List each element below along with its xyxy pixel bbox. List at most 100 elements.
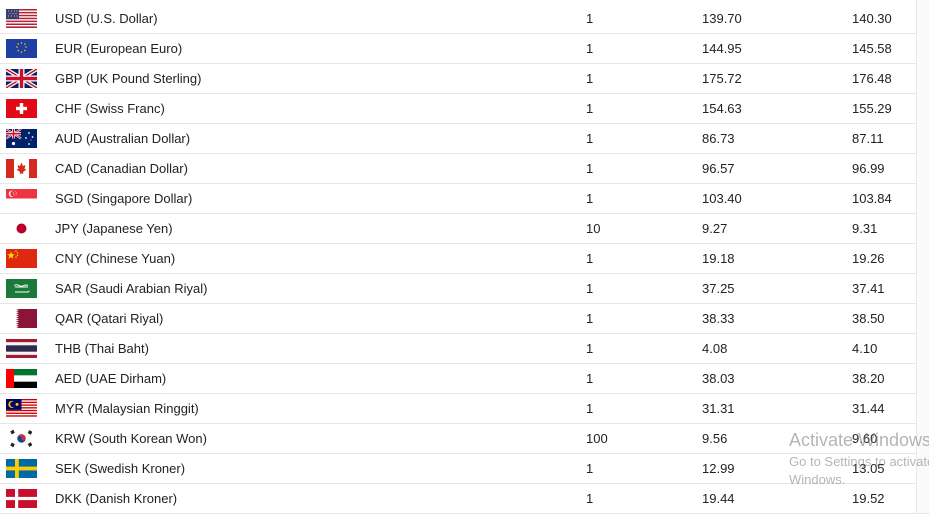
table-row: CAD (Canadian Dollar) 1 96.57 96.99 [0,154,929,184]
sell-rate: 19.52 [852,491,885,506]
table-row: THB (Thai Baht) 1 4.08 4.10 [0,334,929,364]
table-row: EUR (European Euro) 1 144.95 145.58 [0,34,929,64]
qa-flag-icon [6,309,37,328]
ca-flag-icon [6,159,37,178]
jp-flag-icon [6,219,37,238]
us-flag-icon [6,9,37,28]
sg-flag-icon [6,189,37,208]
buy-rate: 31.31 [702,401,735,416]
unit-value: 1 [586,191,594,206]
unit-value: 1 [586,71,594,86]
buy-rate: 154.63 [702,101,742,116]
unit-value: 1 [586,371,594,386]
table-row: USD (U.S. Dollar) 1 139.70 140.30 [0,4,929,34]
sell-rate: 96.99 [852,161,885,176]
unit-value: 1 [586,161,594,176]
sell-rate: 38.20 [852,371,885,386]
cn-flag-icon [6,249,37,268]
buy-rate: 19.18 [702,251,735,266]
ae-flag-icon [6,369,37,388]
table-row: CNY (Chinese Yuan) 1 19.18 19.26 [0,244,929,274]
buy-rate: 144.95 [702,41,742,56]
unit-value: 1 [586,281,594,296]
table-row: QAR (Qatari Riyal) 1 38.33 38.50 [0,304,929,334]
currency-name: CNY (Chinese Yuan) [55,251,176,266]
table-row: KRW (South Korean Won) 100 9.56 9.60 [0,424,929,454]
table-row: SEK (Swedish Kroner) 1 12.99 13.05 [0,454,929,484]
buy-rate: 19.44 [702,491,735,506]
au-flag-icon [6,129,37,148]
dk-flag-icon [6,489,37,508]
se-flag-icon [6,459,37,478]
table-row: SGD (Singapore Dollar) 1 103.40 103.84 [0,184,929,214]
unit-value: 1 [586,461,594,476]
sell-rate: 4.10 [852,341,878,356]
buy-rate: 175.72 [702,71,742,86]
table-row: AED (UAE Dirham) 1 38.03 38.20 [0,364,929,394]
sell-rate: 145.58 [852,41,892,56]
sell-rate: 38.50 [852,311,885,326]
gb-flag-icon [6,69,37,88]
sell-rate: 13.05 [852,461,885,476]
exchange-rate-table: USD (U.S. Dollar) 1 139.70 140.30 EUR (Europ… [0,4,929,514]
sell-rate: 9.31 [852,221,878,236]
table-row: JPY (Japanese Yen) 10 9.27 9.31 [0,214,929,244]
sa-flag-icon [6,279,37,298]
buy-rate: 139.70 [702,11,742,26]
sell-rate: 103.84 [852,191,892,206]
unit-value: 1 [586,491,594,506]
sell-rate: 155.29 [852,101,892,116]
currency-name: SEK (Swedish Kroner) [55,461,186,476]
buy-rate: 9.27 [702,221,728,236]
unit-value: 1 [586,41,594,56]
buy-rate: 37.25 [702,281,735,296]
sell-rate: 31.44 [852,401,885,416]
currency-name: EUR (European Euro) [55,41,183,56]
buy-rate: 12.99 [702,461,735,476]
unit-value: 10 [586,221,601,236]
currency-name: AED (UAE Dirham) [55,371,167,386]
currency-name: MYR (Malaysian Ringgit) [55,401,199,416]
table-row: SAR (Saudi Arabian Riyal) 1 37.25 37.41 [0,274,929,304]
currency-name: JPY (Japanese Yen) [55,221,173,236]
currency-name: SGD (Singapore Dollar) [55,191,193,206]
my-flag-icon [6,399,37,418]
th-flag-icon [6,339,37,358]
currency-name: KRW (South Korean Won) [55,431,207,446]
currency-name: USD (U.S. Dollar) [55,11,158,26]
sell-rate: 140.30 [852,11,892,26]
currency-name: QAR (Qatari Riyal) [55,311,164,326]
unit-value: 1 [586,101,594,116]
table-row: AUD (Australian Dollar) 1 86.73 87.11 [0,124,929,154]
buy-rate: 4.08 [702,341,728,356]
buy-rate: 38.33 [702,311,735,326]
currency-name: CAD (Canadian Dollar) [55,161,188,176]
table-row: MYR (Malaysian Ringgit) 1 31.31 31.44 [0,394,929,424]
scrollbar-track[interactable] [916,0,929,513]
currency-name: GBP (UK Pound Sterling) [55,71,202,86]
currency-name: DKK (Danish Kroner) [55,491,178,506]
sell-rate: 9.60 [852,431,878,446]
unit-value: 1 [586,341,594,356]
eu-flag-icon [6,39,37,58]
kr-flag-icon [6,429,37,448]
currency-name: CHF (Swiss Franc) [55,101,165,116]
sell-rate: 37.41 [852,281,885,296]
sell-rate: 87.11 [852,131,884,146]
unit-value: 100 [586,431,608,446]
buy-rate: 86.73 [702,131,735,146]
sell-rate: 176.48 [852,71,892,86]
unit-value: 1 [586,251,594,266]
sell-rate: 19.26 [852,251,885,266]
unit-value: 1 [586,401,594,416]
currency-name: THB (Thai Baht) [55,341,149,356]
unit-value: 1 [586,11,594,26]
buy-rate: 103.40 [702,191,742,206]
buy-rate: 9.56 [702,431,728,446]
unit-value: 1 [586,131,594,146]
ch-flag-icon [6,99,37,118]
table-row: DKK (Danish Kroner) 1 19.44 19.52 [0,484,929,514]
table-row: GBP (UK Pound Sterling) 1 175.72 176.48 [0,64,929,94]
unit-value: 1 [586,311,594,326]
buy-rate: 96.57 [702,161,735,176]
